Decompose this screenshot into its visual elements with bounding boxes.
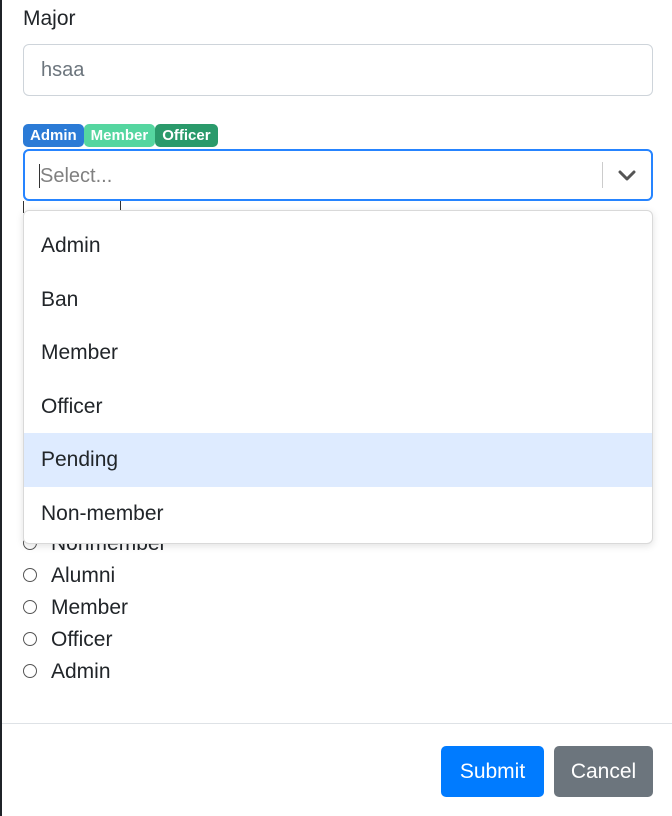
radio-option[interactable]: Member (23, 588, 423, 620)
selected-role-badges: Admin Member Officer (23, 124, 218, 147)
left-border (0, 0, 2, 816)
option-non-member[interactable]: Non-member (24, 487, 652, 541)
radio-label: Admin (51, 660, 111, 683)
option-officer[interactable]: Officer (24, 380, 652, 434)
cancel-button[interactable]: Cancel (554, 746, 653, 797)
badge-member: Member (83, 124, 156, 147)
indicator-separator (602, 162, 603, 188)
submit-button[interactable]: Submit (441, 746, 544, 797)
text-caret (39, 164, 40, 188)
radio-button[interactable] (23, 568, 37, 582)
badge-admin: Admin (23, 124, 84, 147)
radio-button[interactable] (23, 664, 37, 678)
radio-label: Member (51, 596, 129, 619)
major-input[interactable] (23, 44, 653, 96)
modal-form: Major Admin Member Officer Select... Non… (0, 0, 672, 816)
radio-option[interactable]: Admin (23, 652, 423, 684)
radio-button[interactable] (23, 600, 37, 614)
option-ban[interactable]: Ban (24, 273, 652, 327)
role-dropdown-menu: Admin Ban Member Officer Pending Non-mem… (23, 210, 653, 544)
radio-button[interactable] (23, 632, 37, 646)
badge-officer: Officer (155, 124, 218, 147)
footer-divider (2, 723, 672, 724)
radio-option[interactable]: Officer (23, 620, 423, 652)
major-label: Major (23, 7, 76, 30)
option-admin[interactable]: Admin (24, 219, 652, 273)
select-placeholder: Select... (40, 165, 113, 187)
radio-option[interactable]: Alumni (23, 556, 423, 588)
option-member[interactable]: Member (24, 326, 652, 380)
radio-label: Officer (51, 628, 113, 651)
status-radio-group: Nonmember Alumni Member Officer Admin (23, 524, 423, 684)
chevron-down-icon[interactable] (615, 163, 639, 187)
role-select[interactable]: Select... (23, 149, 653, 201)
option-pending[interactable]: Pending (24, 433, 652, 487)
radio-label: Alumni (51, 564, 116, 587)
